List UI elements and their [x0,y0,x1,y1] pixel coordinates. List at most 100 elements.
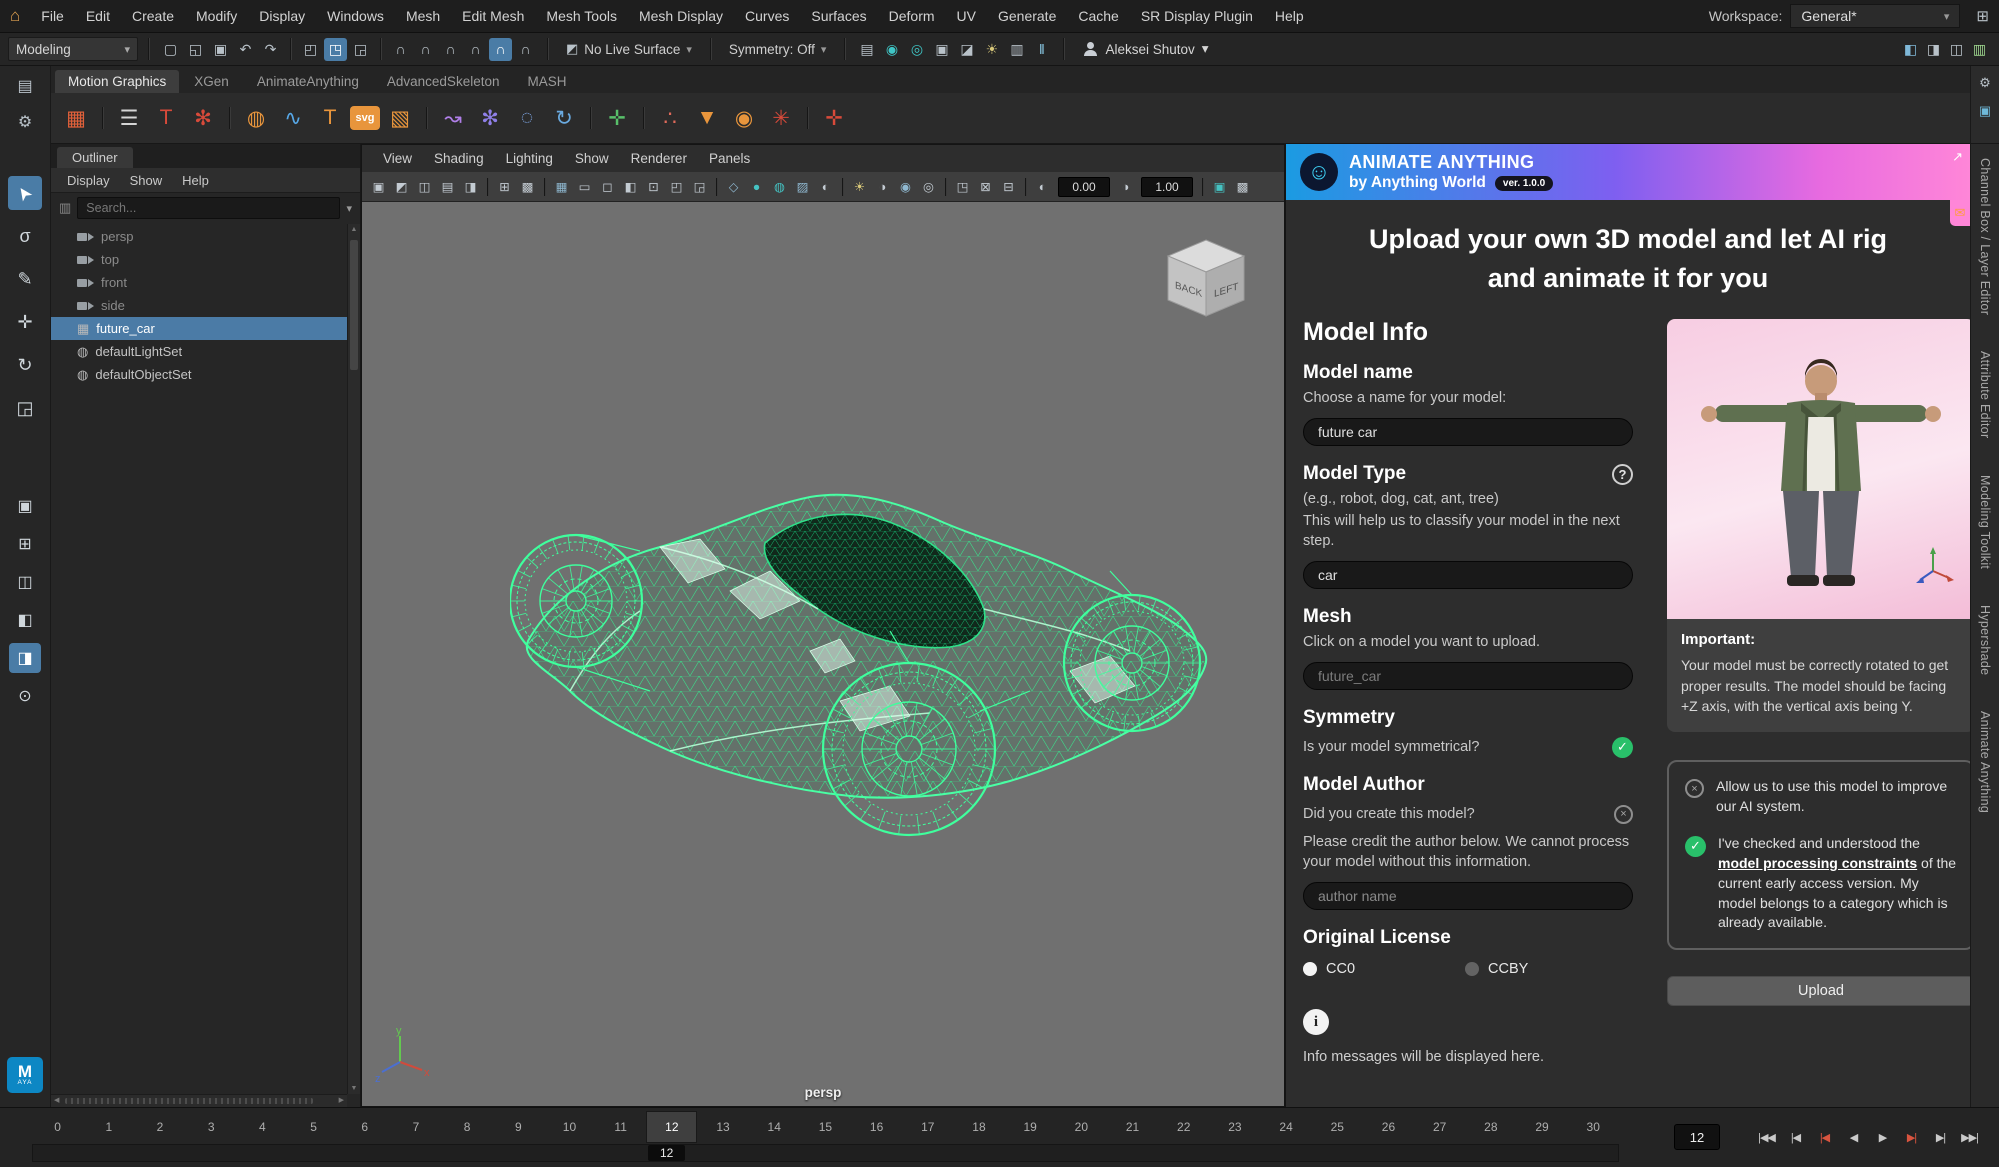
consent-item-constraints[interactable]: ✓ I've checked and understood the model … [1685,834,1957,933]
poly-sphere-wire-icon[interactable]: ◍ [239,101,273,135]
timeline-frame-19[interactable]: 19 [1005,1111,1056,1143]
snap-to-point-icon[interactable]: ∩ [439,38,462,61]
timeline-frame-2[interactable]: 2 [134,1111,185,1143]
select-tool-icon[interactable]: ➤ [8,176,42,210]
motion-trail-icon[interactable]: ↝ [436,101,470,135]
field-chart-icon[interactable]: ⊡ [643,176,664,197]
symmetry-check-icon[interactable]: ✓ [1612,737,1633,758]
ipr-render-icon[interactable]: ◎ [905,38,928,61]
hypershade-icon[interactable]: ◪ [955,38,978,61]
marking-menu-gear-icon[interactable]: ⚙ [11,108,39,136]
anti-aliasing-icon[interactable]: ▩ [1232,176,1253,197]
timeline-frame-25[interactable]: 25 [1312,1111,1363,1143]
panel-stack-icon[interactable]: ▣ [1974,100,1996,122]
redo-icon[interactable]: ↷ [259,38,282,61]
search-input[interactable] [77,197,340,219]
scrollbar-thumb[interactable] [65,1098,313,1104]
model-type-input[interactable] [1303,561,1633,589]
constraints-link[interactable]: model processing constraints [1718,855,1917,871]
nucleus-icon[interactable]: ✳ [764,101,798,135]
outliner-menu-help[interactable]: Help [172,173,219,188]
radio-selected-icon[interactable] [1303,962,1317,976]
timeline-frame-13[interactable]: 13 [697,1111,748,1143]
type-tool-icon[interactable]: T [149,101,183,135]
author-name-input[interactable] [1303,882,1633,910]
timeline-frame-21[interactable]: 21 [1107,1111,1158,1143]
view-cube[interactable]: BACK LEFT [1156,230,1256,330]
shadows-icon[interactable]: ◑ [872,176,893,197]
maya-logo[interactable]: M AYA [7,1057,43,1093]
x-ray-icon[interactable]: ⊠ [975,176,996,197]
chevron-down-icon[interactable]: ▾ [346,202,352,215]
open-scene-icon[interactable]: ◱ [184,38,207,61]
right-tab-attribute-editor[interactable]: Attribute Editor [1978,351,1992,438]
mesh-input[interactable] [1303,662,1633,690]
poly-cube-wire-icon[interactable]: ▧ [383,101,417,135]
help-icon[interactable]: ? [1612,464,1633,485]
safe-action-icon[interactable]: ◰ [666,176,687,197]
menu-item-display[interactable]: Display [248,8,316,24]
viewport-menu-view[interactable]: View [372,151,423,166]
circularize-icon[interactable]: ↻ [547,101,581,135]
persp-outliner-layout-icon[interactable]: ◫ [9,567,41,597]
snap-to-projected-center-icon[interactable]: ∩ [464,38,487,61]
two-d-pan-zoom-icon[interactable]: ⊞ [494,176,515,197]
menu-item-mesh[interactable]: Mesh [395,8,451,24]
timeline-frame-0[interactable]: 0 [32,1111,83,1143]
cloth-icon[interactable]: ▼ [690,101,724,135]
split-pane-layout-icon[interactable]: ◧ [9,605,41,635]
resolution-gate-icon[interactable]: ◻ [597,176,618,197]
menu-item-modify[interactable]: Modify [185,8,248,24]
timeline-frame-10[interactable]: 10 [544,1111,595,1143]
select-camera-icon[interactable]: ▣ [368,176,389,197]
snap-to-grid-icon[interactable]: ∩ [389,38,412,61]
shelf-tab-animateanything[interactable]: AnimateAnything [244,70,372,93]
snap-to-curve-icon[interactable]: ∩ [414,38,437,61]
menu-item-mesh-display[interactable]: Mesh Display [628,8,734,24]
menu-item-mesh-tools[interactable]: Mesh Tools [535,8,628,24]
camera-attributes-icon[interactable]: ◫ [414,176,435,197]
menu-item-generate[interactable]: Generate [987,8,1067,24]
shelf-tab-advancedskeleton[interactable]: AdvancedSkeleton [374,70,513,93]
mash-outliner-icon[interactable]: ☰ [112,101,146,135]
timeline-frame-3[interactable]: 3 [186,1111,237,1143]
paint-select-tool-icon[interactable]: ✎ [8,262,42,296]
play-backwards-button[interactable]: ◀ [1840,1124,1867,1150]
menu-set-dropdown[interactable]: Modeling ▾ [8,37,138,61]
select-by-object-icon[interactable]: ◳ [324,38,347,61]
gamma-field[interactable]: 1.00 [1141,177,1193,197]
go-to-start-button[interactable]: |◀◀ [1753,1124,1780,1150]
timeline-frame-27[interactable]: 27 [1414,1111,1465,1143]
occlusion-icon[interactable]: ◉ [895,176,916,197]
pause-playback-icon[interactable]: ‖ [1030,38,1053,61]
symmetry-dropdown[interactable]: Symmetry: Off ▾ [721,37,835,61]
menu-item-deform[interactable]: Deform [878,8,946,24]
outliner-item-front[interactable]: front [51,271,347,294]
grid-toggle-icon[interactable]: ▦ [551,176,572,197]
all-lights-icon[interactable]: ☀ [849,176,870,197]
wireframe-mode-icon[interactable]: ◇ [723,176,744,197]
type-text-icon[interactable]: T [313,101,347,135]
timeline-ruler[interactable]: 0123456789101112131415161718192021222324… [32,1111,1619,1143]
outliner-item-top[interactable]: top [51,248,347,271]
export-icon[interactable]: ↗ [1952,149,1963,165]
timeline-frame-26[interactable]: 26 [1363,1111,1414,1143]
right-tab-hypershade[interactable]: Hypershade [1978,605,1992,675]
step-forward-key-button[interactable]: ▶| [1898,1124,1925,1150]
menu-item-windows[interactable]: Windows [316,8,395,24]
add-attribute-icon[interactable]: ✛ [817,101,851,135]
outliner-item-side[interactable]: side [51,294,347,317]
shelf-tab-motion-graphics[interactable]: Motion Graphics [55,70,179,93]
mash-dynamics-icon[interactable]: ✻ [473,101,507,135]
pencil-curve-icon[interactable]: ∿ [276,101,310,135]
particle-emitter-icon[interactable]: ∴ [653,101,687,135]
wireframe-on-shaded-icon[interactable]: ◍ [769,176,790,197]
menu-item-surfaces[interactable]: Surfaces [800,8,877,24]
timeline-frame-15[interactable]: 15 [800,1111,851,1143]
light-editor-icon[interactable]: ☀ [980,38,1003,61]
shelf-options-icon[interactable]: ⚙ [1974,72,1996,94]
default-material-icon[interactable]: ◐ [815,176,836,197]
menu-item-edit[interactable]: Edit [75,8,121,24]
toggle-channel-box-icon[interactable]: ▥ [1968,38,1991,61]
timeline-frame-29[interactable]: 29 [1516,1111,1567,1143]
